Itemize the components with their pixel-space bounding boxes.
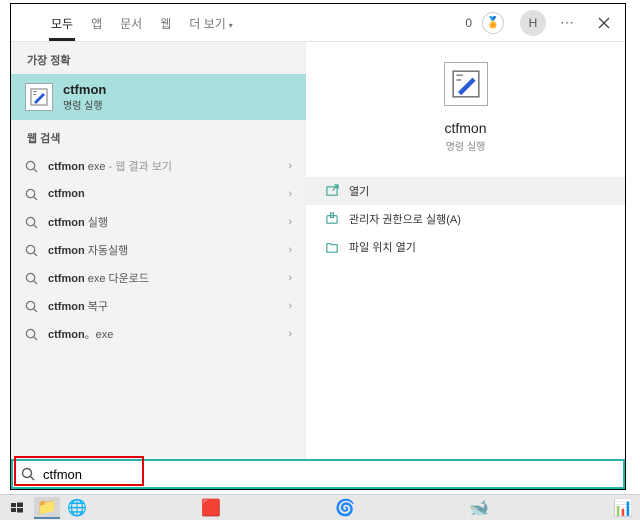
tab-4[interactable]: 더 보기▾ bbox=[187, 5, 234, 41]
web-result-text: ctfmon 실행 bbox=[48, 214, 288, 230]
admin-icon bbox=[324, 212, 339, 227]
header: 모두 앱 문서 웹 더 보기▾ 0 🏅 H ⋯ bbox=[11, 4, 625, 42]
tab-0[interactable]: 모두 bbox=[49, 5, 75, 41]
web-result-text: ctfmon bbox=[48, 188, 288, 200]
search-icon bbox=[25, 188, 38, 201]
web-search-label: 웹 검색 bbox=[11, 120, 306, 152]
open-icon bbox=[324, 184, 339, 199]
chevron-right-icon: › bbox=[288, 244, 292, 256]
best-match-title: ctfmon bbox=[63, 82, 106, 97]
action-open[interactable]: 열기 bbox=[306, 177, 625, 205]
header-right: 0 🏅 H ⋯ bbox=[465, 8, 623, 38]
taskbar-explorer-icon[interactable]: 📁 bbox=[34, 497, 60, 519]
taskbar-excel-icon[interactable]: 📊 bbox=[610, 497, 636, 519]
web-result-text: ctfmon 복구 bbox=[48, 298, 288, 314]
web-result-0[interactable]: ctfmon exe - 웹 결과 보기› bbox=[11, 152, 306, 180]
web-result-2[interactable]: ctfmon 실행› bbox=[11, 208, 306, 236]
search-icon bbox=[25, 244, 38, 257]
web-result-text: ctfmon。exe bbox=[48, 326, 288, 342]
best-match-subtitle: 명령 실행 bbox=[63, 97, 106, 112]
app-icon bbox=[25, 83, 53, 111]
web-result-text: ctfmon exe 다운로드 bbox=[48, 270, 288, 286]
tab-1[interactable]: 앱 bbox=[89, 5, 104, 41]
chevron-right-icon: › bbox=[288, 188, 292, 200]
search-icon bbox=[25, 160, 38, 173]
chevron-right-icon: › bbox=[288, 328, 292, 340]
best-match-label: 가장 정확 bbox=[11, 42, 306, 74]
action-label: 파일 위치 열기 bbox=[349, 239, 416, 255]
close-button[interactable] bbox=[589, 8, 619, 38]
preview-subtitle: 명령 실행 bbox=[446, 138, 486, 153]
taskbar-chrome-icon[interactable]: 🌐 bbox=[64, 497, 90, 519]
search-icon bbox=[25, 216, 38, 229]
action-folder[interactable]: 파일 위치 열기 bbox=[306, 233, 625, 261]
web-result-1[interactable]: ctfmon› bbox=[11, 180, 306, 208]
results-pane: 가장 정확 ctfmon 명령 실행 웹 검색 ctfmon exe - 웹 결… bbox=[11, 42, 306, 459]
search-icon bbox=[25, 300, 38, 313]
preview-title: ctfmon bbox=[444, 120, 486, 136]
search-icon bbox=[25, 328, 38, 341]
web-result-text: ctfmon 자동실행 bbox=[48, 242, 288, 258]
rewards-icon[interactable]: 🏅 bbox=[482, 12, 504, 34]
action-admin[interactable]: 관리자 권한으로 실행(A) bbox=[306, 205, 625, 233]
folder-icon bbox=[324, 240, 339, 255]
tab-3[interactable]: 웹 bbox=[158, 5, 173, 41]
search-input[interactable] bbox=[43, 467, 615, 482]
body: 가장 정확 ctfmon 명령 실행 웹 검색 ctfmon exe - 웹 결… bbox=[11, 42, 625, 459]
best-match-item[interactable]: ctfmon 명령 실행 bbox=[11, 74, 306, 120]
account-avatar[interactable]: H bbox=[520, 10, 546, 36]
chevron-right-icon: › bbox=[288, 160, 292, 172]
more-menu-icon[interactable]: ⋯ bbox=[556, 14, 579, 31]
taskbar-whale-icon[interactable]: 🐋 bbox=[466, 497, 492, 519]
start-button[interactable] bbox=[4, 497, 30, 519]
preview-pane: ctfmon 명령 실행 열기관리자 권한으로 실행(A) 파일 위치 열기 bbox=[306, 42, 625, 459]
tab-2[interactable]: 문서 bbox=[118, 5, 144, 41]
action-label: 열기 bbox=[349, 183, 369, 199]
taskbar-app-icon[interactable]: 🟥 bbox=[198, 497, 224, 519]
web-result-6[interactable]: ctfmon。exe› bbox=[11, 320, 306, 348]
preview-app-icon bbox=[444, 62, 488, 106]
taskbar: 📁 🌐 🟥 🌀 🐋 📊 bbox=[0, 494, 640, 520]
taskbar-edge-icon[interactable]: 🌀 bbox=[332, 497, 358, 519]
web-result-text: ctfmon exe - 웹 결과 보기 bbox=[48, 158, 288, 174]
chevron-right-icon: › bbox=[288, 216, 292, 228]
chevron-down-icon: ▾ bbox=[229, 21, 233, 30]
web-result-4[interactable]: ctfmon exe 다운로드› bbox=[11, 264, 306, 292]
chevron-right-icon: › bbox=[288, 272, 292, 284]
search-icon bbox=[25, 272, 38, 285]
web-result-3[interactable]: ctfmon 자동실행› bbox=[11, 236, 306, 264]
preview-actions: 열기관리자 권한으로 실행(A) 파일 위치 열기 bbox=[306, 177, 625, 261]
chevron-right-icon: › bbox=[288, 300, 292, 312]
search-icon bbox=[21, 467, 35, 481]
search-window: 모두 앱 문서 웹 더 보기▾ 0 🏅 H ⋯ 가장 정확 ctfmon 명령 실행 웹… bbox=[10, 3, 626, 490]
action-label: 관리자 권한으로 실행(A) bbox=[349, 211, 461, 227]
tabs: 모두 앱 문서 웹 더 보기▾ bbox=[49, 5, 235, 41]
rewards-points: 0 bbox=[465, 16, 472, 30]
search-bar[interactable] bbox=[11, 459, 625, 489]
web-result-5[interactable]: ctfmon 복구› bbox=[11, 292, 306, 320]
